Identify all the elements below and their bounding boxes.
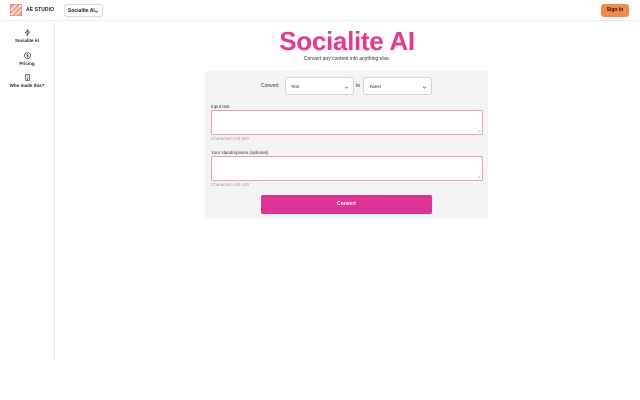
source-format-value: Text — [291, 84, 300, 89]
sidebar-item-socialite-ai[interactable]: Socialite AI — [0, 29, 54, 43]
ae-studio-logo-icon[interactable] — [10, 4, 22, 16]
input-text-label: Input text — [211, 104, 230, 109]
page-title: Socialite AI — [279, 26, 415, 56]
target-format-select[interactable]: Tweet — [363, 77, 432, 95]
chevron-down-icon — [422, 86, 427, 89]
app-selector-label: Socialite AI — [68, 7, 95, 14]
converter-panel: Convert Text to Tweet Input text Charact… — [205, 71, 488, 219]
page-subtitle: Convert any content into anything else. — [303, 56, 391, 62]
resize-grip-icon[interactable] — [477, 129, 481, 133]
convert-button[interactable]: Convert — [261, 195, 432, 214]
stand-opinion-field[interactable] — [211, 156, 483, 181]
input-text-char-counter: Characters left 500 — [211, 136, 250, 141]
convert-label: Convert — [261, 83, 279, 89]
app-selector-dropdown[interactable]: Socialite AI — [64, 4, 103, 17]
input-text-field[interactable] — [211, 110, 483, 135]
sidebar-item-label: Who made this? — [9, 82, 45, 88]
sidebar-item-pricing[interactable]: Pricing — [0, 52, 54, 66]
building-icon — [24, 74, 30, 81]
top-bar: AE STUDIO Socialite AI Sign In — [0, 0, 640, 21]
resize-grip-icon[interactable] — [477, 175, 481, 179]
lightning-icon — [24, 29, 30, 36]
dollar-icon — [23, 52, 31, 59]
sidebar: Socialite AI Pricing Who made this? — [0, 22, 55, 360]
stand-opinion-char-counter: Characters left 100 — [211, 182, 250, 187]
target-format-value: Tweet — [369, 84, 382, 89]
to-label: to — [356, 83, 361, 89]
sidebar-item-who-made-this[interactable]: Who made this? — [0, 74, 54, 88]
sidebar-item-label: Pricing — [19, 60, 35, 66]
sidebar-item-label: Socialite AI — [14, 37, 40, 43]
sign-in-button[interactable]: Sign In — [601, 4, 629, 17]
brand-name: AE STUDIO — [26, 7, 55, 13]
chevron-down-icon — [94, 10, 99, 13]
chevron-down-icon — [344, 86, 349, 89]
source-format-select[interactable]: Text — [285, 77, 354, 95]
stand-opinion-label: Your stand/opinion (optional) — [211, 150, 269, 155]
